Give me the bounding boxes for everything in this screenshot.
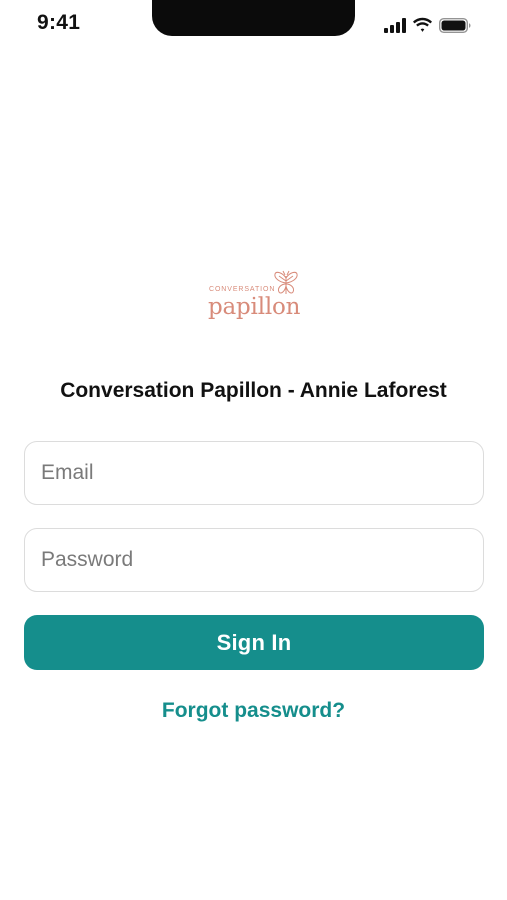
device-notch [152, 0, 355, 36]
login-screen: 9:41 CONVERSATION papillon Conversation … [0, 0, 507, 900]
forgot-password-link[interactable]: Forgot password? [0, 697, 507, 725]
app-title: Conversation Papillon - Annie Laforest [60, 379, 447, 402]
status-bar: 9:41 [0, 0, 507, 48]
butterfly-icon [274, 270, 298, 294]
status-time: 9:41 [37, 11, 81, 34]
wifi-icon [412, 17, 433, 33]
brand-logo: CONVERSATION papillon [203, 268, 303, 326]
email-field[interactable] [24, 441, 484, 505]
password-field[interactable] [24, 528, 484, 592]
status-icons [384, 14, 471, 36]
battery-icon [439, 17, 471, 33]
cellular-signal-icon [384, 17, 406, 33]
sign-in-button[interactable]: Sign In [24, 615, 484, 670]
